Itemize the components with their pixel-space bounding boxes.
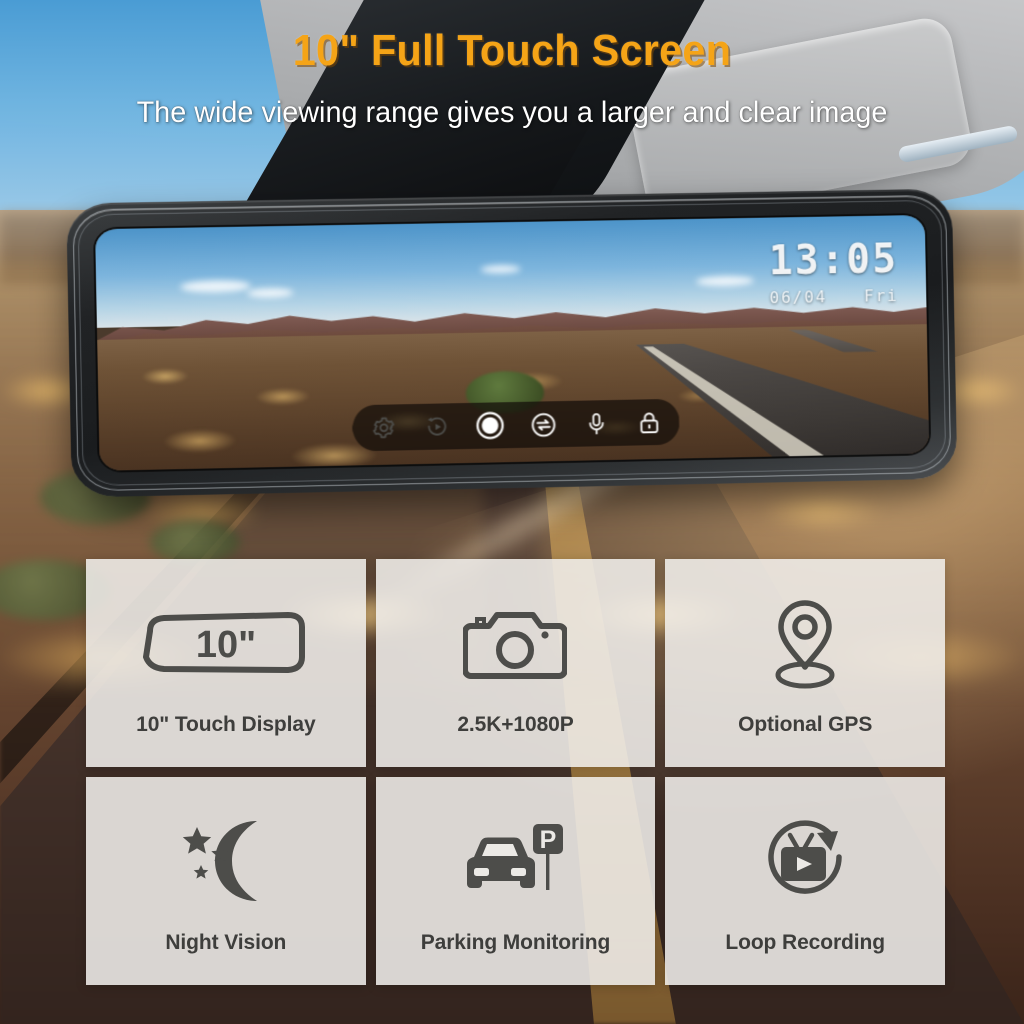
settings-icon[interactable] bbox=[369, 412, 400, 443]
feature-card-resolution: 2.5K+1080P bbox=[375, 559, 656, 767]
feature-label: Parking Monitoring bbox=[420, 931, 611, 954]
feature-label: Loop Recording bbox=[725, 931, 885, 954]
clock-time: 13:05 bbox=[768, 236, 899, 285]
rearview-mirror-dash-cam: 13:05 06/04 Fri bbox=[66, 188, 958, 498]
switch-camera-icon[interactable] bbox=[528, 409, 559, 440]
clock-date: 06/04 bbox=[769, 287, 828, 308]
shrub bbox=[150, 520, 240, 564]
loop-record-icon bbox=[755, 807, 855, 919]
screen-toolbar bbox=[352, 398, 681, 452]
record-icon[interactable] bbox=[475, 410, 506, 441]
feature-card-night-vision: Night Vision bbox=[86, 777, 366, 985]
mirror-bezel: 13:05 06/04 Fri bbox=[66, 188, 958, 498]
feature-label: Optional GPS bbox=[738, 713, 873, 736]
microphone-icon[interactable] bbox=[581, 408, 611, 439]
moon-stars-icon bbox=[177, 807, 275, 919]
feature-card-gps: Optional GPS bbox=[665, 559, 945, 767]
feature-label: 10" Touch Display bbox=[136, 713, 316, 736]
playback-icon[interactable] bbox=[422, 411, 453, 442]
gps-pin-icon bbox=[760, 589, 850, 701]
page-headline: 10" Full Touch Screen bbox=[292, 26, 732, 75]
feature-label: 2.5K+1080P bbox=[457, 713, 574, 736]
mirror-touch-screen[interactable]: 13:05 06/04 Fri bbox=[95, 214, 930, 471]
feature-card-parking-monitoring: P Parking Monitoring bbox=[375, 777, 656, 985]
screen-clock-overlay: 13:05 06/04 Fri bbox=[768, 236, 899, 308]
camera-icon bbox=[463, 589, 568, 701]
lock-icon[interactable] bbox=[634, 407, 664, 438]
feature-card-touch-display: 10" 10" Touch Display bbox=[86, 559, 366, 767]
parking-sign-letter: P bbox=[540, 826, 557, 854]
feature-card-loop-recording: Loop Recording bbox=[665, 777, 945, 985]
feature-label: Night Vision bbox=[165, 931, 287, 954]
mirror-size-badge: 10" bbox=[196, 624, 256, 666]
page-subheadline: The wide viewing range gives you a large… bbox=[136, 96, 888, 129]
mirror-size-icon: 10" bbox=[136, 589, 316, 701]
car-parking-icon: P bbox=[457, 807, 573, 919]
clock-weekday: Fri bbox=[863, 285, 899, 306]
feature-grid: 10" 10" Touch Display 2.5K+1080P Optiona… bbox=[86, 559, 945, 985]
